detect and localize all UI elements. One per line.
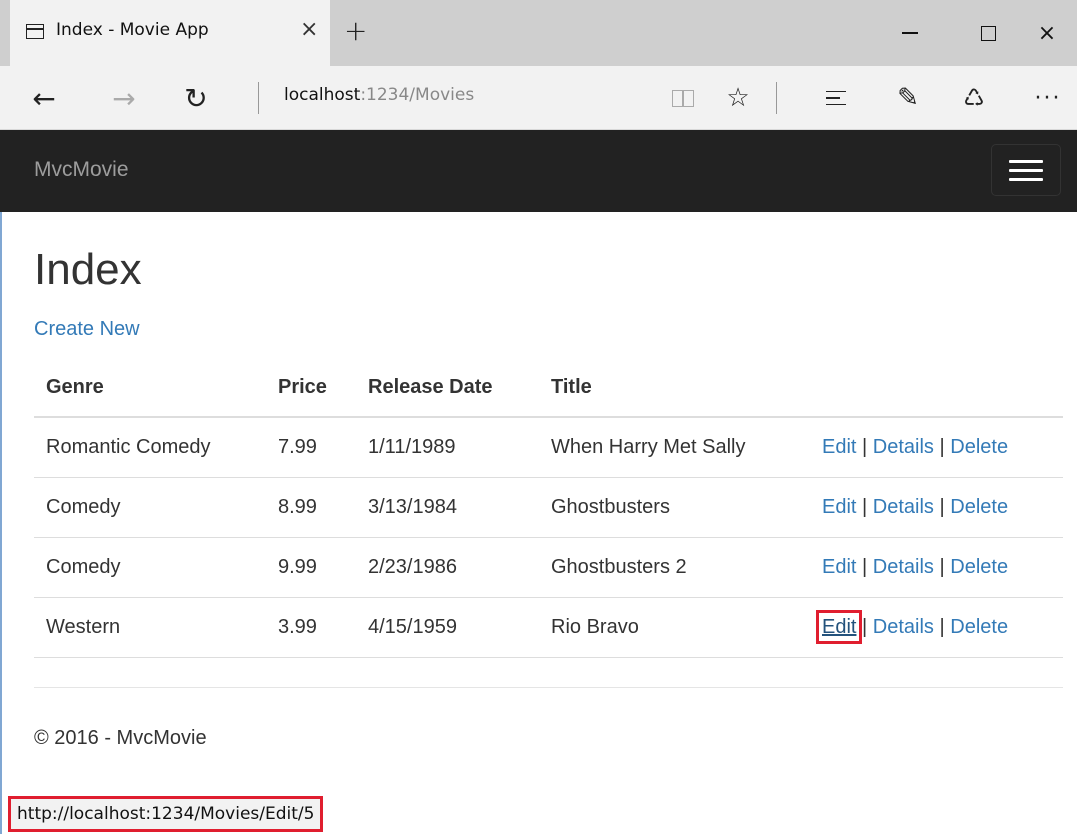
browser-toolbar: ← → ↻ localhost:1234/Movies ☆ ✎ ♺ ··· (0, 66, 1077, 130)
edit-link[interactable]: Edit (822, 496, 856, 518)
footer-divider (34, 687, 1063, 688)
cell-genre: Romantic Comedy (34, 417, 266, 478)
back-arrow-icon[interactable]: ← (24, 66, 64, 130)
edit-link[interactable]: Edit (822, 556, 856, 578)
cell-title: Ghostbusters (539, 477, 810, 538)
link-separator: | (939, 555, 945, 578)
cell-genre: Comedy (34, 477, 266, 538)
edit-link[interactable]: Edit (822, 436, 856, 458)
cell-actions: Edit | Details | Delete (810, 597, 1063, 658)
address-path: :1234/Movies (360, 85, 475, 105)
site-navbar: MvcMovie (0, 130, 1077, 212)
movies-table: Genre Price Release Date Title Romantic … (34, 359, 1063, 658)
cell-genre: Western (34, 597, 266, 658)
forward-arrow-icon[interactable]: → (104, 66, 144, 130)
browser-tab[interactable]: Index - Movie App × (10, 0, 330, 66)
footer-copyright: © 2016 - MvcMovie (34, 727, 207, 749)
details-link[interactable]: Details (873, 616, 934, 638)
details-link[interactable]: Details (873, 496, 934, 518)
address-bar[interactable]: localhost:1234/Movies (284, 85, 474, 105)
address-host: localhost (284, 85, 361, 105)
page-title: Index (34, 245, 142, 294)
minimize-icon (902, 32, 918, 34)
cell-price: 3.99 (266, 597, 356, 658)
delete-link[interactable]: Delete (950, 496, 1008, 518)
tab-close-icon[interactable]: × (300, 17, 318, 42)
maximize-icon (980, 25, 996, 41)
cell-title: Ghostbusters 2 (539, 537, 810, 598)
cell-release-date: 4/15/1959 (356, 597, 539, 658)
header-release-date: Release Date (356, 359, 539, 418)
maximize-button[interactable] (958, 0, 1018, 66)
table-row: Comedy 9.99 2/23/1986 Ghostbusters 2 Edi… (34, 537, 1063, 598)
details-link[interactable]: Details (873, 556, 934, 578)
reading-view-icon[interactable] (666, 66, 700, 130)
share-icon[interactable]: ♺ (954, 66, 994, 130)
cell-title: Rio Bravo (539, 597, 810, 658)
cell-price: 8.99 (266, 477, 356, 538)
table-header-row: Genre Price Release Date Title (34, 359, 1063, 418)
table-row: Romantic Comedy 7.99 1/11/1989 When Harr… (34, 417, 1063, 478)
brand-link[interactable]: MvcMovie (34, 158, 129, 182)
header-title: Title (539, 359, 810, 418)
link-separator: | (939, 435, 945, 458)
edit-link-hovered[interactable]: Edit (815, 609, 863, 644)
delete-link[interactable]: Delete (950, 616, 1008, 638)
refresh-icon[interactable]: ↻ (176, 66, 216, 130)
table-row: Comedy 8.99 3/13/1984 Ghostbusters Edit … (34, 477, 1063, 538)
cell-price: 7.99 (266, 417, 356, 478)
cell-actions: Edit | Details | Delete (810, 417, 1063, 478)
new-tab-icon[interactable]: + (344, 14, 367, 47)
cell-release-date: 2/23/1986 (356, 537, 539, 598)
tab-bar: Index - Movie App × + × (0, 0, 1077, 66)
page-icon (26, 24, 44, 39)
create-new-link[interactable]: Create New (34, 318, 140, 341)
toolbar-divider (776, 82, 777, 114)
minimize-button[interactable] (880, 0, 940, 66)
header-price: Price (266, 359, 356, 418)
window-edge (0, 212, 2, 834)
header-genre: Genre (34, 359, 266, 418)
link-separator: | (862, 555, 868, 578)
header-actions (810, 359, 1063, 418)
cell-actions: Edit | Details | Delete (810, 537, 1063, 598)
table-row: Western 3.99 4/15/1959 Rio Bravo Edit | … (34, 597, 1063, 658)
link-separator: | (939, 495, 945, 518)
cell-release-date: 1/11/1989 (356, 417, 539, 478)
star-icon[interactable]: ☆ (720, 66, 756, 130)
delete-link[interactable]: Delete (950, 436, 1008, 458)
hamburger-icon (1009, 159, 1043, 163)
details-link[interactable]: Details (873, 436, 934, 458)
delete-link[interactable]: Delete (950, 556, 1008, 578)
tab-title: Index - Movie App (56, 20, 209, 40)
hub-icon[interactable] (816, 66, 856, 130)
link-separator: | (862, 435, 868, 458)
link-separator: | (939, 615, 945, 638)
more-icon[interactable]: ··· (1028, 66, 1068, 130)
window-close-button[interactable]: × (1017, 0, 1077, 66)
link-separator: | (862, 615, 868, 638)
cell-title: When Harry Met Sally (539, 417, 810, 478)
cell-release-date: 3/13/1984 (356, 477, 539, 538)
cell-actions: Edit | Details | Delete (810, 477, 1063, 538)
cell-genre: Comedy (34, 537, 266, 598)
toolbar-divider (258, 82, 259, 114)
web-note-icon[interactable]: ✎ (888, 66, 928, 130)
link-separator: | (862, 495, 868, 518)
menu-toggle-button[interactable] (991, 144, 1061, 196)
status-bar-url: http://localhost:1234/Movies/Edit/5 (8, 796, 324, 832)
cell-price: 9.99 (266, 537, 356, 598)
